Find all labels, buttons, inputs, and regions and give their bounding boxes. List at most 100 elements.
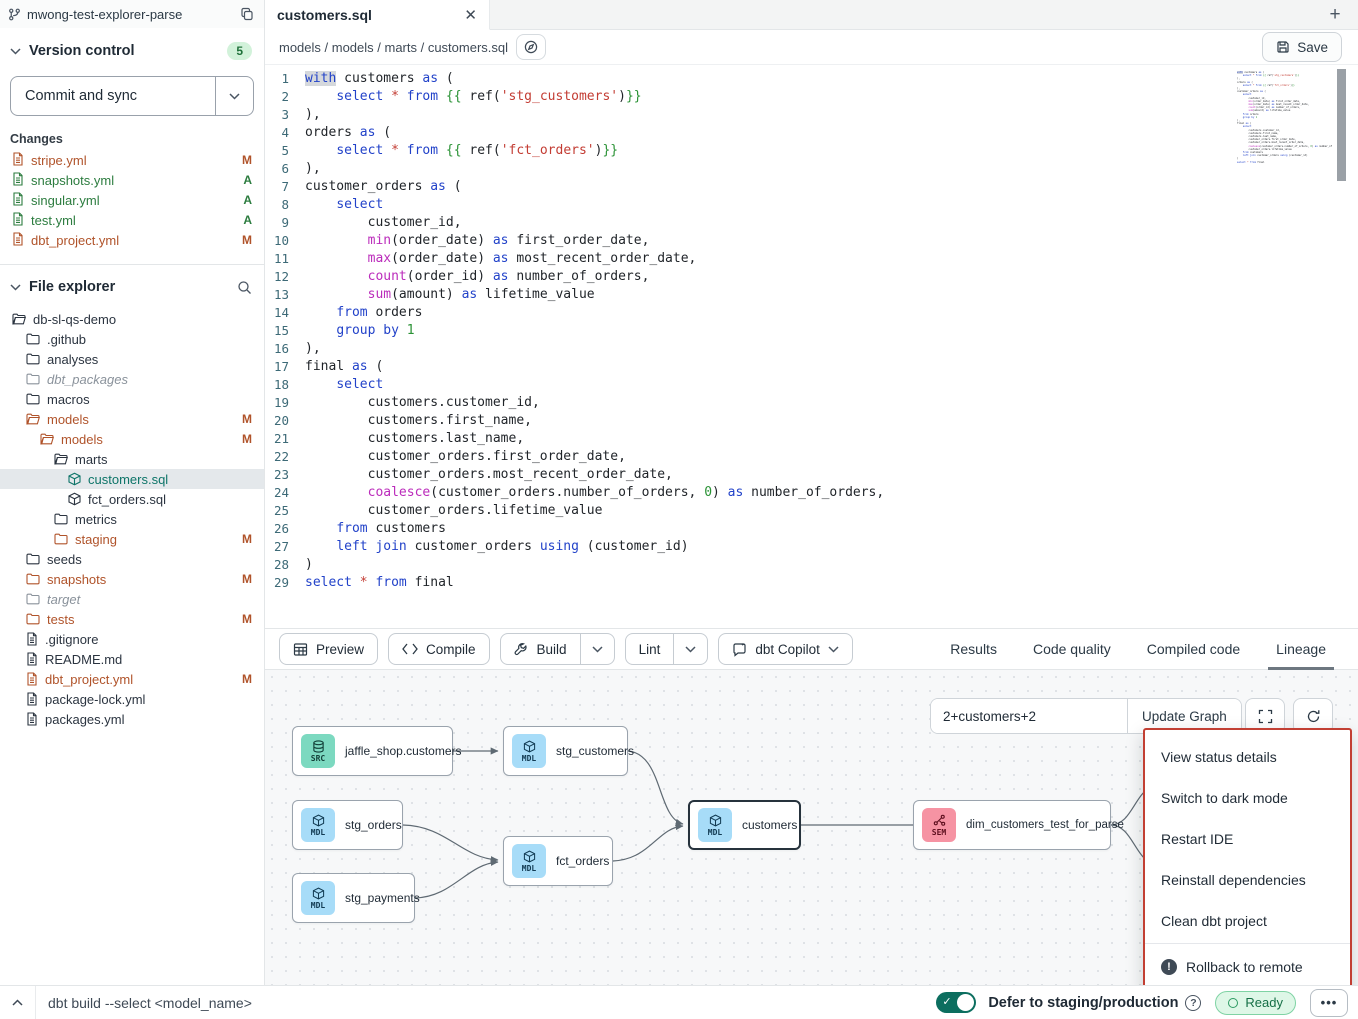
menu-item-clean-dbt-project[interactable]: Clean dbt project <box>1145 900 1350 941</box>
menu-item-rollback-to-remote[interactable]: ! Rollback to remote <box>1145 946 1350 985</box>
lint-button[interactable]: Lint <box>626 634 674 664</box>
file-icon <box>12 232 24 249</box>
save-button[interactable]: Save <box>1262 32 1342 62</box>
tree-item-package-lock-yml[interactable]: package-lock.yml <box>0 689 264 709</box>
dbt-copilot-button[interactable]: dbt Copilot <box>718 633 853 665</box>
editor-scrollbar[interactable] <box>1337 69 1346 621</box>
folder-icon <box>26 553 40 565</box>
folder-icon <box>54 513 68 525</box>
tree-item-dbt-packages[interactable]: dbt_packages <box>0 369 264 389</box>
preview-button[interactable]: Preview <box>279 633 378 665</box>
changed-file-row[interactable]: snapshots.ymlA <box>0 170 264 190</box>
tree-item--github[interactable]: .github <box>0 329 264 349</box>
lint-options-caret[interactable] <box>673 634 707 664</box>
menu-item-restart-ide[interactable]: Restart IDE <box>1145 818 1350 859</box>
code-line: 24 coalesce(customer_orders.number_of_or… <box>265 484 1358 502</box>
tree-item-marts[interactable]: marts <box>0 449 264 469</box>
commit-and-sync-button[interactable]: Commit and sync <box>11 77 215 115</box>
folder-icon <box>26 373 40 385</box>
lineage-node-fct-orders[interactable]: MDLfct_orders <box>503 836 613 886</box>
menu-item-reinstall-dependencies[interactable]: Reinstall dependencies <box>1145 859 1350 900</box>
close-tab-icon[interactable]: ✕ <box>464 6 477 24</box>
breadcrumb-row: models / models / marts / customers.sql … <box>265 30 1358 65</box>
lineage-node-jaffle-shop-customers[interactable]: SRCjaffle_shop.customers <box>292 726 453 776</box>
node-label: jaffle_shop.customers <box>345 744 462 758</box>
commit-options-caret[interactable] <box>215 77 253 115</box>
changes-count-badge: 5 <box>227 42 252 60</box>
build-options-caret[interactable] <box>580 634 614 664</box>
code-line: 11 max(order_date) as most_recent_order_… <box>265 250 1358 268</box>
tree-item-tests[interactable]: testsM <box>0 609 264 629</box>
lineage-selector-input[interactable] <box>931 699 1127 733</box>
folder-icon <box>26 613 40 625</box>
code-line: 27 left join customer_orders using (cust… <box>265 538 1358 556</box>
changed-file-row[interactable]: stripe.ymlM <box>0 150 264 170</box>
tree-item-dbt-project-yml[interactable]: dbt_project.ymlM <box>0 669 264 689</box>
tree-item-metrics[interactable]: metrics <box>0 509 264 529</box>
menu-item-view-status-details[interactable]: View status details <box>1145 736 1350 777</box>
code-line: 15 group by 1 <box>265 322 1358 340</box>
help-icon[interactable]: ? <box>1185 995 1201 1011</box>
code-line: 13 sum(amount) as lifetime_value <box>265 286 1358 304</box>
explore-lineage-icon[interactable] <box>516 34 546 60</box>
file-icon <box>26 712 38 726</box>
tab-lineage[interactable]: Lineage <box>1258 628 1344 670</box>
tree-item-seeds[interactable]: seeds <box>0 549 264 569</box>
tree-item-target[interactable]: target <box>0 589 264 609</box>
tree-item-fct-orders-sql[interactable]: fct_orders.sql <box>0 489 264 509</box>
tree-item-models[interactable]: modelsM <box>0 429 264 449</box>
changed-file-row[interactable]: singular.ymlA <box>0 190 264 210</box>
lineage-panel[interactable]: SRCjaffle_shop.customersMDLstg_customers… <box>265 670 1358 985</box>
lineage-node-stg-customers[interactable]: MDLstg_customers <box>503 726 628 776</box>
tree-item-models[interactable]: modelsM <box>0 409 264 429</box>
ready-dot-icon <box>1228 998 1238 1008</box>
version-control-header[interactable]: Version control 5 <box>0 28 264 68</box>
defer-toggle[interactable]: ✓ <box>936 992 976 1013</box>
folder-icon <box>54 453 68 465</box>
command-input[interactable]: dbt build --select <model_name> <box>48 995 936 1011</box>
tab-customers-sql[interactable]: customers.sql ✕ <box>265 0 490 30</box>
lineage-node-stg-payments[interactable]: MDLstg_payments <box>292 873 415 923</box>
compile-button[interactable]: Compile <box>388 633 490 665</box>
search-icon[interactable] <box>237 280 252 295</box>
lineage-node-customers[interactable]: MDLcustomers <box>688 800 801 850</box>
copy-icon[interactable] <box>240 7 254 21</box>
tree-item--gitignore[interactable]: .gitignore <box>0 629 264 649</box>
code-line: 18 select <box>265 376 1358 394</box>
status-ready-badge[interactable]: Ready <box>1215 991 1296 1015</box>
file-explorer-header[interactable]: File explorer <box>0 265 264 303</box>
build-button[interactable]: Build <box>501 634 580 664</box>
tree-item-customers-sql[interactable]: customers.sql <box>0 469 264 489</box>
tree-item-analyses[interactable]: analyses <box>0 349 264 369</box>
folder-icon <box>54 533 68 545</box>
tree-item-staging[interactable]: stagingM <box>0 529 264 549</box>
tree-item-readme-md[interactable]: README.md <box>0 649 264 669</box>
expand-command-bar-button[interactable] <box>0 986 36 1019</box>
lineage-node-dim-customers-test-for-parse[interactable]: SEMdim_customers_test_for_parse <box>913 800 1111 850</box>
tree-item-packages-yml[interactable]: packages.yml <box>0 709 264 729</box>
code-editor[interactable]: 1with customers as (2 select * from {{ r… <box>265 65 1358 628</box>
minimap[interactable]: 1with customers as (2 select * from {{ r… <box>1237 71 1332 201</box>
tree-item-snapshots[interactable]: snapshotsM <box>0 569 264 589</box>
changed-file-row[interactable]: dbt_project.ymlM <box>0 230 264 250</box>
change-status-badge: A <box>243 213 252 227</box>
file-explorer-title: File explorer <box>29 279 229 295</box>
folder-icon <box>12 313 26 325</box>
tree-item-macros[interactable]: macros <box>0 389 264 409</box>
changed-file-row[interactable]: test.ymlA <box>0 210 264 230</box>
wrench-icon <box>514 642 529 657</box>
src-badge: SRC <box>301 734 335 768</box>
chevron-down-icon <box>828 646 839 653</box>
lineage-node-stg-orders[interactable]: MDLstg_orders <box>292 800 403 850</box>
scrollbar-thumb[interactable] <box>1337 69 1346 181</box>
more-options-button[interactable]: ••• <box>1310 989 1348 1017</box>
tab-code-quality[interactable]: Code quality <box>1015 628 1129 670</box>
code-line: 25 customer_orders.lifetime_value <box>265 502 1358 520</box>
tree-item-db-sl-qs-demo[interactable]: db-sl-qs-demo <box>0 309 264 329</box>
tab-compiled-code[interactable]: Compiled code <box>1129 628 1258 670</box>
new-tab-button[interactable]: + <box>1312 0 1358 29</box>
node-label: stg_payments <box>345 891 420 905</box>
change-status-badge: M <box>242 153 252 167</box>
menu-item-switch-to-dark-mode[interactable]: Switch to dark mode <box>1145 777 1350 818</box>
tab-results[interactable]: Results <box>932 628 1015 670</box>
